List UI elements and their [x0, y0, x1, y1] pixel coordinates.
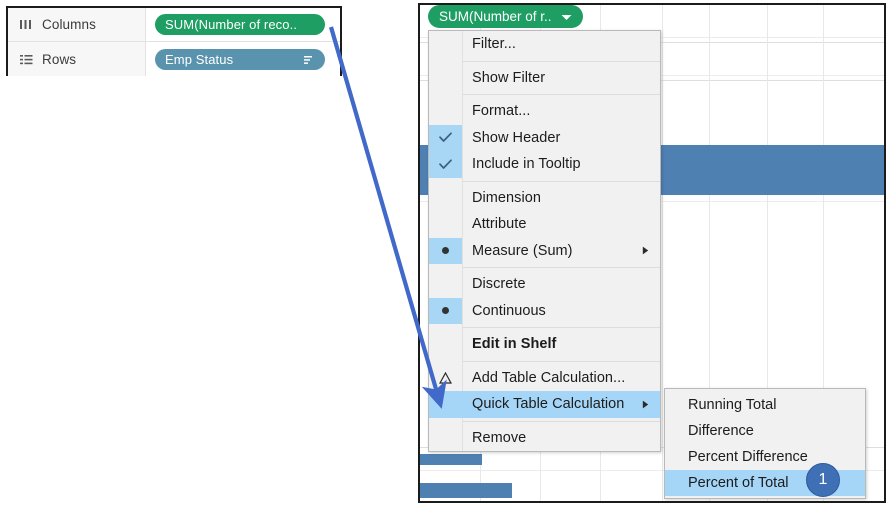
columns-shelf-label: Columns: [42, 17, 96, 32]
menu-item-format[interactable]: Format...: [429, 98, 660, 125]
columns-field-pill-label: SUM(Number of reco..: [165, 17, 298, 32]
menu-item-gutter: [429, 98, 462, 125]
menu-item-label: Quick Table Calculation: [472, 396, 625, 413]
menu-item-label: Attribute: [472, 216, 527, 233]
menu-item-label: Remove: [472, 429, 527, 446]
menu-item-gutter: [429, 185, 462, 212]
viz-bar[interactable]: [420, 454, 482, 465]
menu-separator: [462, 360, 660, 362]
columns-bars-icon: [19, 18, 34, 31]
menu-item-discrete[interactable]: Discrete: [429, 271, 660, 298]
viz-gridline-vertical: [662, 5, 663, 501]
menu-item-label: Continuous: [472, 302, 546, 319]
columns-shelf-row[interactable]: Columns SUM(Number of reco..: [8, 8, 340, 42]
submenu-item-percent-difference[interactable]: Percent Difference: [665, 444, 865, 470]
columns-field-pill[interactable]: SUM(Number of reco..: [155, 14, 325, 35]
menu-item-show-header[interactable]: Show Header: [429, 124, 660, 151]
radio-dot: [442, 307, 449, 315]
radio-dot: [442, 247, 449, 255]
menu-item-filter[interactable]: Filter...: [429, 31, 660, 58]
menu-field-pill[interactable]: SUM(Number of r..: [428, 5, 583, 28]
rows-shelf-row[interactable]: Rows Emp Status: [8, 42, 340, 76]
menu-item-quick-table-calculation[interactable]: Quick Table Calculation: [429, 391, 660, 418]
menu-item-dimension[interactable]: Dimension: [429, 185, 660, 212]
viz-bar[interactable]: [420, 483, 512, 498]
pill-context-menu[interactable]: Filter... Show Filter Format... Show Header…: [428, 30, 661, 452]
menu-item-attribute[interactable]: Attribute: [429, 211, 660, 238]
menu-item-show-filter[interactable]: Show Filter: [429, 65, 660, 92]
check-icon: [429, 151, 462, 178]
delta-calculation-icon: [429, 365, 462, 392]
chevron-down-icon[interactable]: [561, 9, 572, 24]
menu-item-label: Filter...: [472, 36, 516, 53]
rows-shelf-label-box: Rows: [8, 42, 146, 76]
rows-shelf-label: Rows: [42, 51, 77, 67]
menu-separator: [462, 94, 660, 95]
menu-item-gutter: [429, 65, 462, 92]
menu-separator: [462, 327, 660, 328]
columns-pill-area[interactable]: SUM(Number of reco..: [146, 8, 340, 41]
menu-item-gutter: [429, 211, 462, 238]
menu-item-label: Show Filter: [472, 69, 546, 86]
chevron-right-icon: [636, 400, 660, 409]
menu-item-gutter: [429, 31, 462, 58]
menu-separator: [462, 60, 660, 62]
shelf-panel: Columns SUM(Number of reco.. Rows Emp St…: [6, 6, 342, 76]
menu-item-remove[interactable]: Remove: [429, 425, 660, 452]
rows-field-pill-label: Emp Status: [165, 51, 234, 67]
rows-pill-area[interactable]: Emp Status: [146, 42, 340, 76]
columns-shelf-label-box: Columns: [8, 8, 146, 41]
screenshot-root: Filter... Show Filter Format... Show Header…: [0, 0, 889, 506]
menu-item-gutter: [429, 271, 462, 298]
menu-item-measure-sum[interactable]: Measure (Sum): [429, 237, 660, 264]
radio-selected-icon: [429, 237, 462, 264]
menu-item-edit-in-shelf[interactable]: Edit in Shelf: [429, 331, 660, 358]
menu-item-label: Include in Tooltip: [472, 156, 581, 173]
menu-item-continuous[interactable]: Continuous: [429, 297, 660, 324]
menu-separator: [462, 180, 660, 182]
rows-lines-icon: [19, 53, 34, 66]
menu-item-gutter: [429, 331, 462, 358]
menu-item-add-table-calculation[interactable]: Add Table Calculation...: [429, 365, 660, 392]
menu-separator: [462, 267, 660, 268]
menu-item-label: Dimension: [472, 189, 541, 206]
step-badge-label: 1: [818, 471, 828, 488]
step-badge-1: 1: [806, 463, 840, 497]
menu-item-gutter: [429, 425, 462, 452]
menu-separator: [462, 420, 660, 422]
chevron-right-icon: [636, 246, 660, 255]
radio-selected-icon: [429, 297, 462, 324]
menu-item-include-in-tooltip[interactable]: Include in Tooltip: [429, 151, 660, 178]
menu-item-label: Show Header: [472, 129, 561, 146]
menu-item-label: Add Table Calculation...: [472, 369, 626, 386]
viz-gridline-horizontal: [420, 501, 884, 502]
rows-field-pill[interactable]: Emp Status: [155, 48, 325, 70]
submenu-item-difference[interactable]: Difference: [665, 418, 865, 444]
menu-item-gutter: [429, 391, 462, 418]
menu-field-pill-label: SUM(Number of r..: [439, 9, 552, 24]
menu-item-label: Format...: [472, 103, 531, 120]
menu-item-label: Discrete: [472, 276, 526, 293]
check-icon: [429, 124, 462, 151]
menu-item-label: Edit in Shelf: [472, 336, 557, 353]
sort-descending-icon[interactable]: [302, 54, 315, 65]
submenu-item-running-total[interactable]: Running Total: [665, 392, 865, 418]
menu-item-label: Measure (Sum): [472, 242, 573, 259]
